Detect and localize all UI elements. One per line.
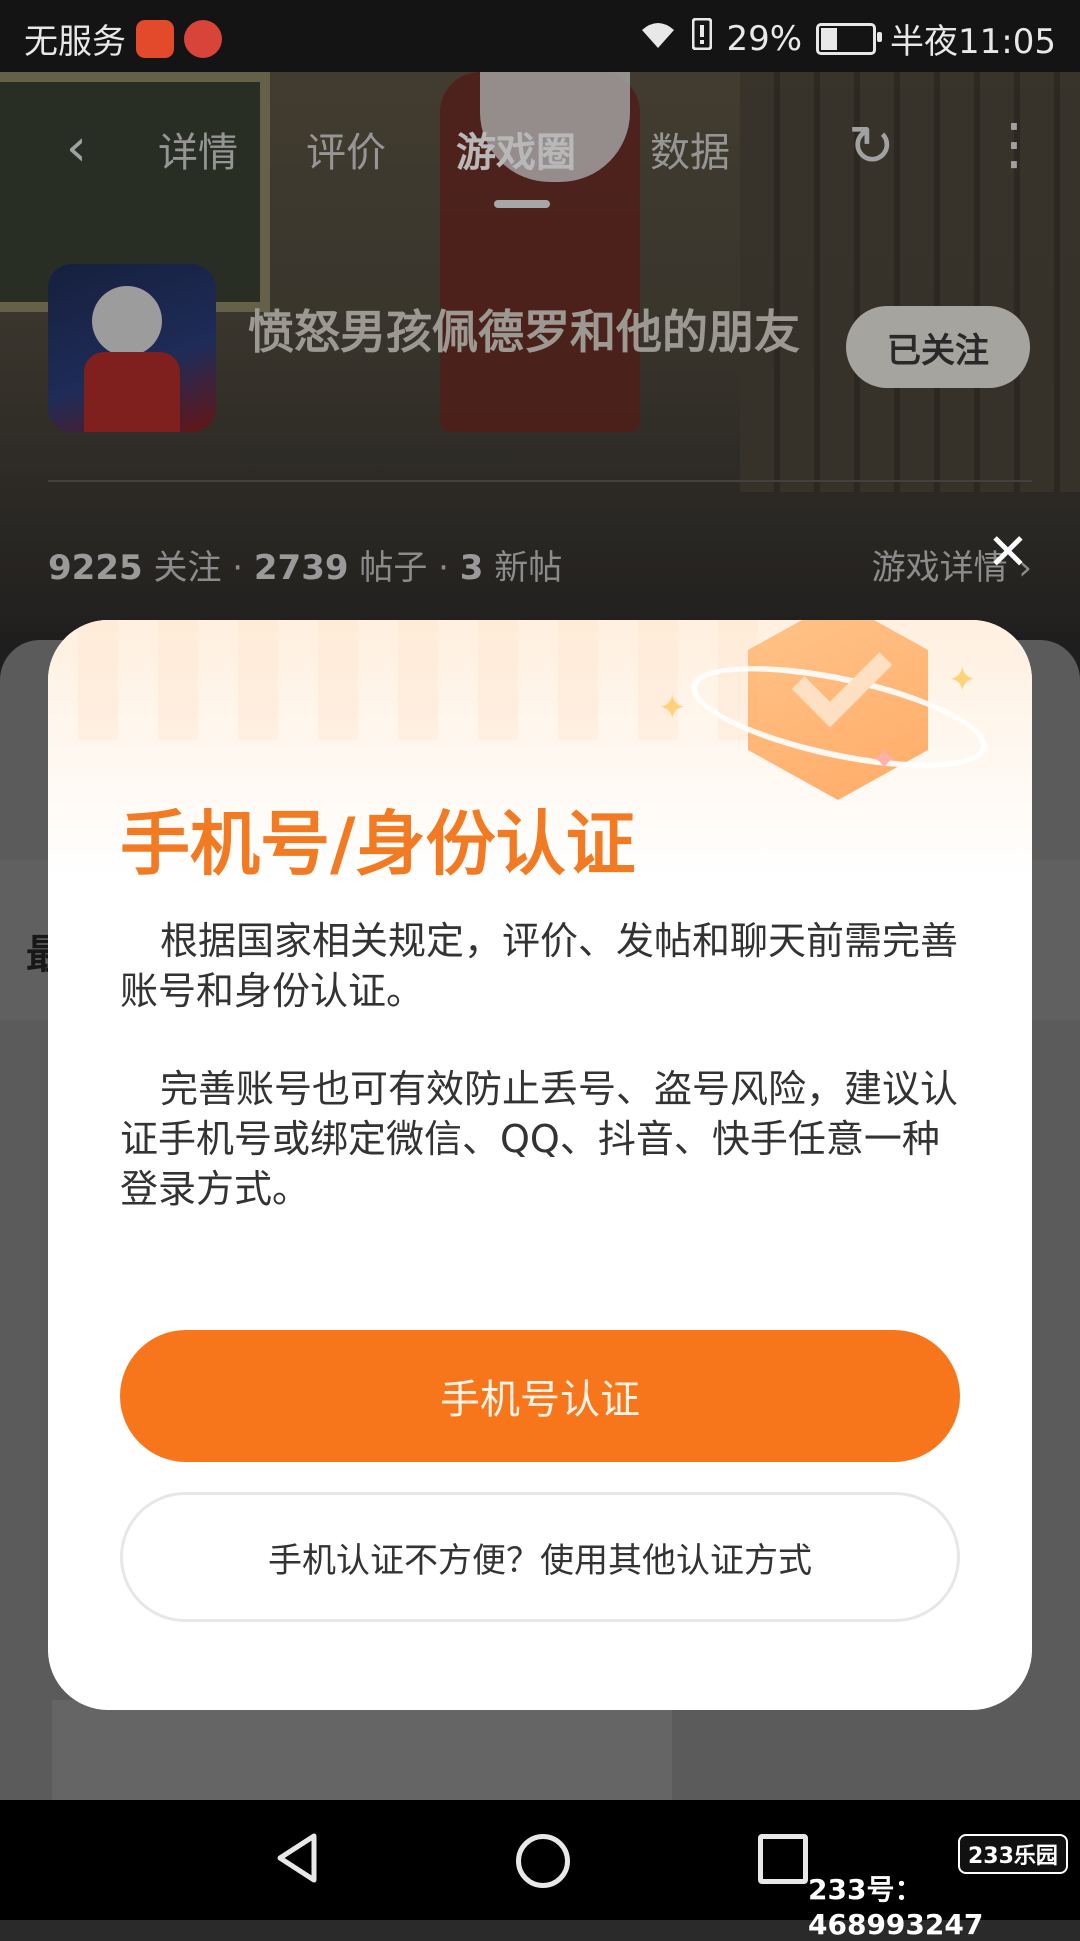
other-verify-button[interactable]: 手机认证不方便？使用其他认证方式 [120, 1492, 960, 1622]
carrier-label: 无服务 [24, 22, 126, 62]
watermark-id: 233号：468993247 [808, 1873, 984, 1941]
notification-app-icon [136, 19, 174, 58]
dialog-body: 根据国家相关规定，评价、发帖和聊天前需完善账号和身份认证。 完善账号也可有效防止… [120, 916, 960, 1262]
wifi-icon [638, 18, 678, 59]
status-bar: 无服务 29% 半夜11:05 [0, 0, 1080, 72]
battery-icon [816, 22, 883, 55]
nav-home-icon[interactable] [516, 1834, 570, 1888]
battery-level [821, 27, 837, 50]
nav-back-icon[interactable] [274, 1832, 320, 1884]
clock: 半夜11:05 [890, 22, 1056, 62]
sparkle-icon: ✦ [870, 740, 899, 780]
dialog-paragraph: 根据国家相关规定，评价、发帖和聊天前需完善账号和身份认证。 [120, 919, 959, 1013]
dialog-title: 手机号/身份认证 [120, 803, 636, 885]
sparkle-icon: ✦ [948, 660, 977, 700]
phone-verify-button[interactable]: 手机号认证 [120, 1330, 960, 1462]
alert-icon [691, 17, 713, 59]
verified-badge-icon [682, 620, 996, 840]
close-icon[interactable]: ✕ [976, 520, 1040, 584]
nav-recents-icon[interactable] [758, 1834, 808, 1884]
verification-dialog: ✦ ✦ ✦ 手机号/身份认证 根据国家相关规定，评价、发帖和聊天前需完善账号和身… [48, 620, 1032, 1710]
dialog-paragraph: 完善账号也可有效防止丢号、盗号风险，建议认证手机号或绑定微信、QQ、抖音、快手任… [120, 1067, 959, 1211]
battery-percent: 29% [726, 18, 803, 59]
notification-app-icon-2 [184, 19, 222, 58]
sparkle-icon: ✦ [658, 688, 687, 728]
